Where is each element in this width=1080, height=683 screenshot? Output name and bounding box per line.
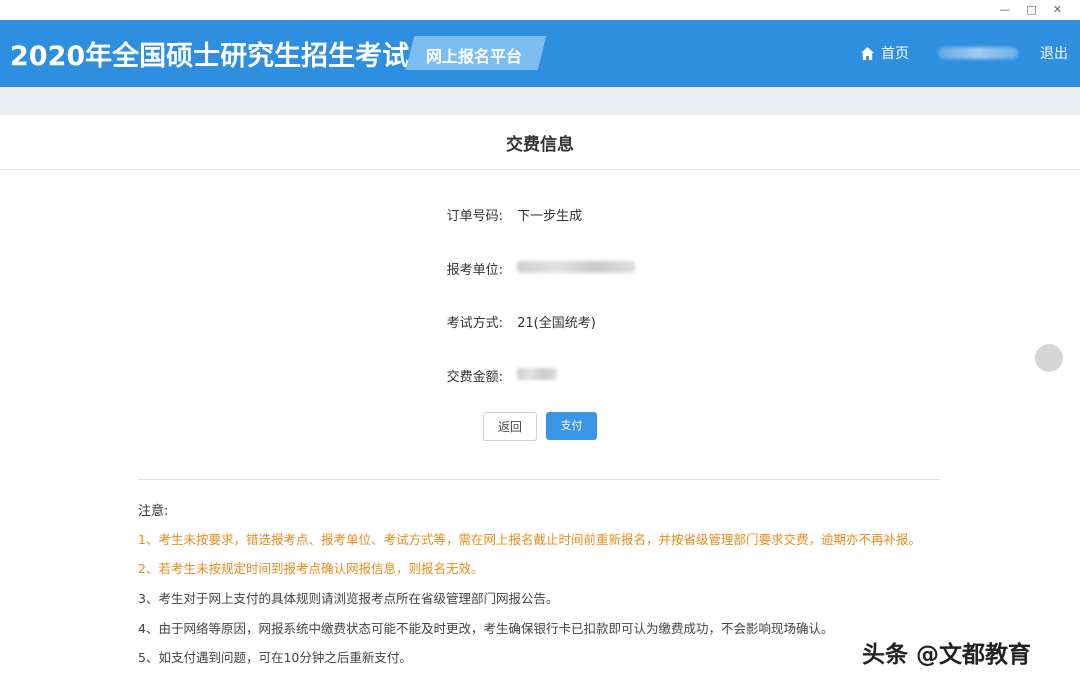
unit-label: 报考单位: xyxy=(446,263,503,278)
platform-label: 网上报名平台 xyxy=(426,47,523,66)
site-title: 2020年全国硕士研究生招生考试 xyxy=(10,41,410,72)
logout-link[interactable]: 退出 xyxy=(1040,43,1068,63)
back-button[interactable]: 返回 xyxy=(483,412,537,441)
watermark-text: 头条 @文都教育 xyxy=(862,642,1032,668)
fee-value-redacted xyxy=(517,367,558,380)
minimize-button[interactable]: — xyxy=(999,3,1010,16)
note-item-4: 4、由于网络等原因，网报系统中缴费状态可能不能及时更改，考生确保银行卡已扣款即可… xyxy=(138,621,834,636)
note-item-5: 5、如支付遇到问题，可在10分钟之后重新支付。 xyxy=(138,650,412,665)
fee-label: 交费金额: xyxy=(446,370,503,385)
unit-value-redacted xyxy=(517,260,636,273)
fee-value-wrap xyxy=(517,367,558,384)
user-name-redacted xyxy=(938,47,1018,59)
home-label: 首页 xyxy=(881,46,909,62)
window-controls: — □ ✕ xyxy=(999,3,1062,16)
floating-assist-button[interactable] xyxy=(1035,344,1063,372)
fee-row: 交费金额: xyxy=(390,366,890,385)
header-spacer-band xyxy=(0,87,1080,115)
note-item-3: 3、考生对于网上支付的具体规则请浏览报考点所在省级管理部门网报公告。 xyxy=(138,591,559,606)
maximize-button[interactable]: □ xyxy=(1026,3,1036,16)
payment-title: 交费信息 xyxy=(506,135,574,155)
exam-mode-row: 考试方式: 21(全国统考) xyxy=(390,312,890,331)
notes-divider xyxy=(138,479,940,480)
close-button[interactable]: ✕ xyxy=(1053,3,1062,16)
exam-mode-value: 21(全国统考) xyxy=(517,316,596,331)
home-link[interactable]: 首页 xyxy=(860,43,909,63)
order-number-value: 下一步生成 xyxy=(517,209,583,224)
home-icon xyxy=(860,46,875,60)
unit-row: 报考单位: xyxy=(390,259,890,278)
title-divider xyxy=(0,169,1080,170)
site-header: 2020年全国硕士研究生招生考试 网上报名平台 首页 退出 xyxy=(0,20,1080,87)
payment-card: 交费信息 订单号码: 下一步生成 报考单位: 考试方式: 21(全国统考) 交费… xyxy=(0,115,1080,683)
notes-title: 注意: xyxy=(138,504,169,519)
note-item-1: 1、考生未按要求，错选报考点、报考单位、考试方式等，需在网上报名截止时间前重新报… xyxy=(138,532,921,547)
order-number-label: 订单号码: xyxy=(446,209,503,224)
order-number-row: 订单号码: 下一步生成 xyxy=(390,205,890,224)
pay-button[interactable]: 支付 xyxy=(546,412,597,440)
window-title-bar: — □ ✕ xyxy=(0,0,1080,21)
note-item-2: 2、若考生未按规定时间到报考点确认网报信息，则报名无效。 xyxy=(138,561,484,576)
unit-value-wrap xyxy=(517,260,636,277)
exam-mode-label: 考试方式: xyxy=(446,316,503,331)
